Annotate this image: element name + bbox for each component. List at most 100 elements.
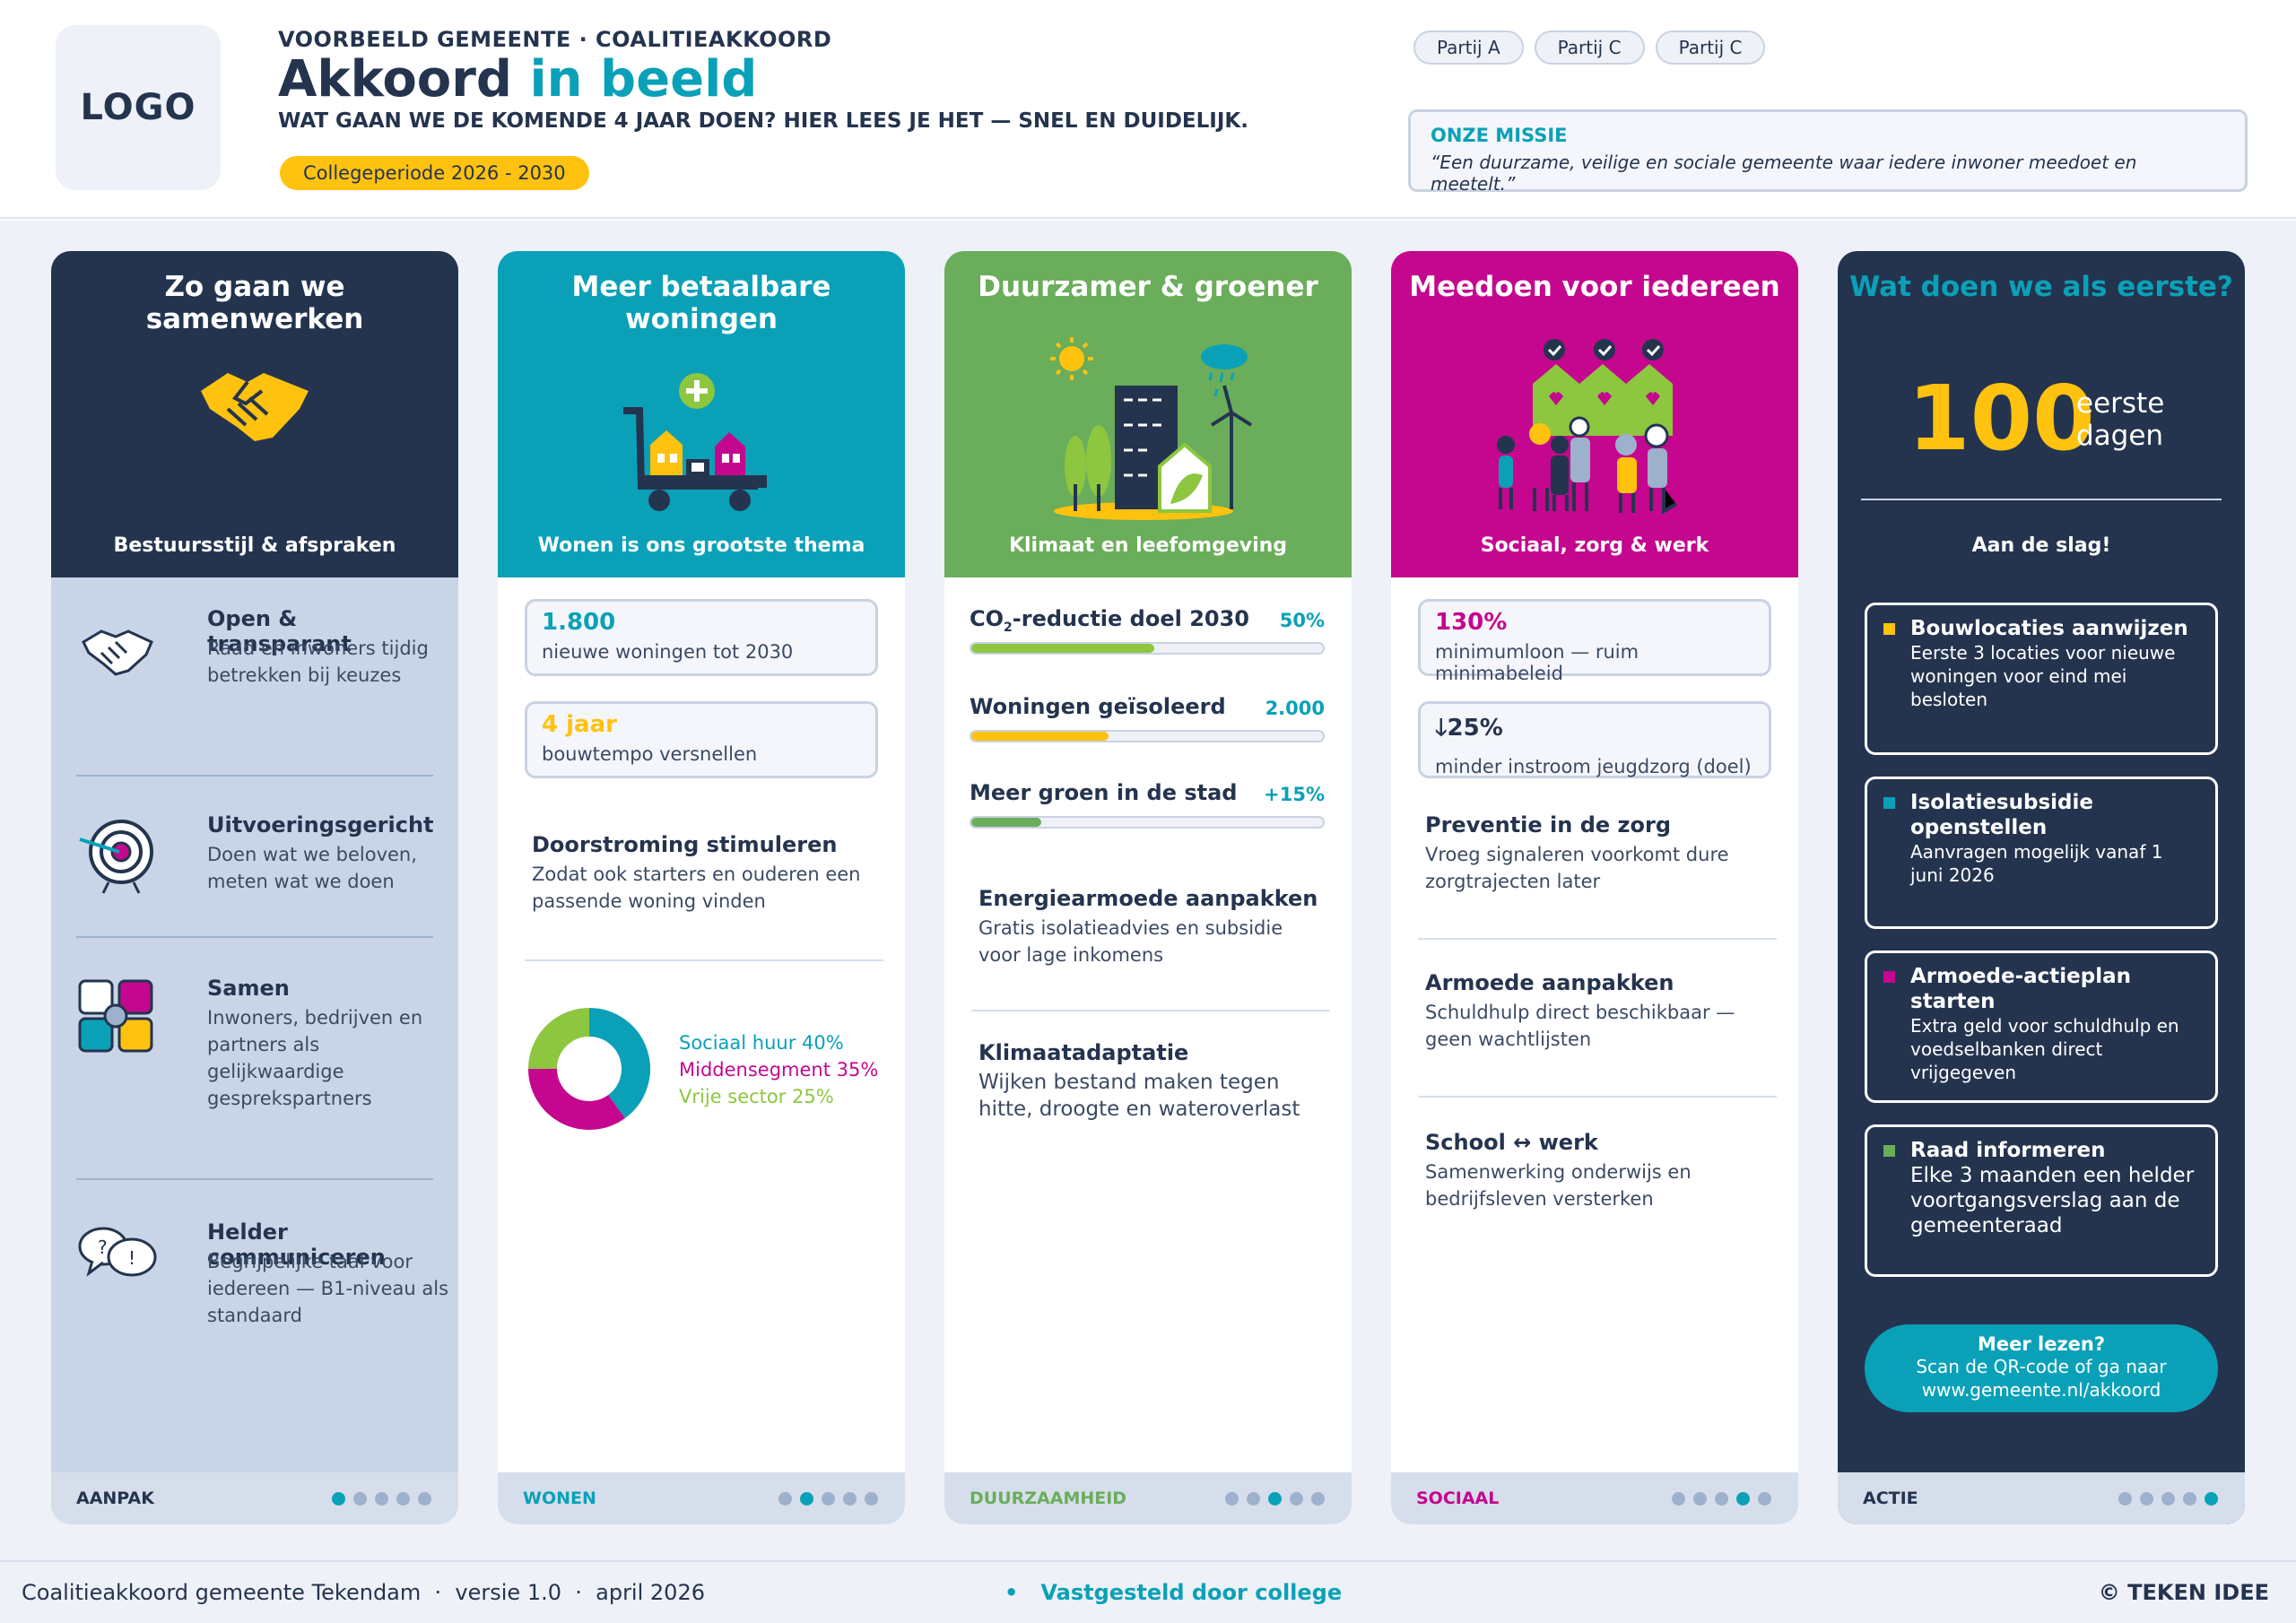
party-tags: Partij A Partij C Partij C bbox=[1413, 30, 1766, 65]
page-dot[interactable] bbox=[375, 1492, 388, 1506]
divider bbox=[76, 936, 433, 938]
page-dot[interactable] bbox=[353, 1492, 367, 1506]
work-item-title: Samen bbox=[207, 976, 290, 1001]
page-dot[interactable] bbox=[418, 1492, 431, 1506]
progress-fill bbox=[971, 732, 1109, 741]
page-dot[interactable] bbox=[1693, 1492, 1707, 1506]
bullet-square bbox=[1883, 971, 1895, 983]
stat-value: 130% bbox=[1435, 609, 1508, 636]
page-dot[interactable] bbox=[1736, 1492, 1750, 1506]
text-item-title: School ↔ werk bbox=[1425, 1130, 1598, 1155]
card-subtitle: Aan de slag! bbox=[1971, 534, 2111, 557]
card-footer-label: ACTIE bbox=[1863, 1488, 1918, 1508]
stat-label: minimumloon — ruim minimabeleid bbox=[1435, 641, 1639, 684]
text-item-title: Doorstroming stimuleren bbox=[532, 832, 838, 857]
page-dot[interactable] bbox=[843, 1492, 857, 1506]
action-item[interactable]: Raad informeren Elke 3 maanden een helde… bbox=[1865, 1124, 2218, 1277]
stat-box: 🡓25% minder instroom jeugdzorg (doel) bbox=[1418, 701, 1771, 778]
city-climate-icon bbox=[1050, 337, 1253, 520]
page-dots bbox=[332, 1492, 431, 1506]
handshake-outline-icon bbox=[82, 629, 153, 676]
text-item-title: Armoede aanpakken bbox=[1425, 970, 1674, 995]
work-item-desc: Raad en inwoners tijdig betrekken bij ke… bbox=[207, 638, 429, 686]
legend-entry: Middensegment 35% bbox=[679, 1059, 879, 1081]
page-dot[interactable] bbox=[2183, 1492, 2196, 1506]
card-subtitle: Klimaat en leefomgeving bbox=[1008, 534, 1288, 557]
page-dot[interactable] bbox=[2118, 1492, 2132, 1506]
work-item-desc: Doen wat we beloven, meten wat we doen bbox=[207, 844, 417, 892]
page-dot[interactable] bbox=[1225, 1492, 1239, 1506]
big-number-label: eerste dagen bbox=[2076, 387, 2165, 452]
page-dot[interactable] bbox=[2205, 1492, 2218, 1506]
mission-text: “Een duurzame, veilige en sociale gemeen… bbox=[1431, 152, 2137, 195]
page-dot[interactable] bbox=[332, 1492, 345, 1506]
header: LOGO VOORBEELD GEMEENTE · COALITIEAKKOOR… bbox=[0, 0, 2296, 219]
stat-label: bouwtempo versnellen bbox=[542, 743, 758, 765]
donut-slice-sociaal-huur bbox=[588, 1008, 650, 1119]
donut-slice-middensegment bbox=[528, 1068, 625, 1130]
mission-label: ONZE MISSIE bbox=[1431, 125, 1568, 146]
action-desc: Aanvragen mogelijk vanaf 1 juni 2026 bbox=[1910, 841, 2163, 886]
page-dot[interactable] bbox=[2140, 1492, 2153, 1506]
title-main: Akkoord bbox=[278, 50, 512, 108]
page-dot[interactable] bbox=[1715, 1492, 1728, 1506]
page-dot[interactable] bbox=[1311, 1492, 1325, 1506]
action-title: Isolatiesubsidie openstellen bbox=[1910, 791, 2093, 839]
progress-item: Woningen geïsoleerd 2.000 bbox=[970, 694, 1325, 742]
stat-box: 4 jaar bouwtempo versnellen bbox=[525, 701, 878, 778]
text-item: Armoede aanpakken Schuldhulp direct besc… bbox=[1425, 970, 1775, 1053]
action-item[interactable]: Isolatiesubsidie openstellen Aanvragen m… bbox=[1865, 777, 2218, 929]
page-dot[interactable] bbox=[1290, 1492, 1303, 1506]
bullet-square bbox=[1883, 1145, 1895, 1157]
donut-legend: Sociaal huur 40% Middensegment 35% Vrije… bbox=[679, 1029, 878, 1110]
page-dot[interactable] bbox=[1268, 1492, 1282, 1506]
action-title: Armoede-actieplan starten bbox=[1910, 965, 2131, 1013]
work-item-title: Uitvoeringsgericht bbox=[207, 812, 434, 838]
page-dot[interactable] bbox=[2161, 1492, 2175, 1506]
action-item[interactable]: Bouwlocaties aanwijzen Eerste 3 locaties… bbox=[1865, 603, 2218, 755]
title-accent: in beeld bbox=[529, 50, 758, 108]
stat-label: nieuwe woningen tot 2030 bbox=[542, 641, 794, 663]
text-item: Energiearmoede aanpakken Gratis isolatie… bbox=[978, 886, 1328, 968]
action-item[interactable]: Armoede-actieplan starten Extra geld voo… bbox=[1865, 950, 2218, 1103]
party-tag[interactable]: Partij C bbox=[1534, 30, 1645, 65]
page-dot[interactable] bbox=[1758, 1492, 1771, 1506]
page-dot[interactable] bbox=[778, 1492, 792, 1506]
legend-entry: Vrije sector 25% bbox=[679, 1086, 834, 1107]
page-subtitle: WAT GAAN WE DE KOMENDE 4 JAAR DOEN? HIER… bbox=[278, 109, 1248, 133]
page-dots bbox=[778, 1492, 878, 1506]
action-title: Bouwlocaties aanwijzen bbox=[1910, 617, 2188, 640]
cta-title: Meer lezen? bbox=[1977, 1333, 2106, 1355]
text-item-title: Energiearmoede aanpakken bbox=[978, 886, 1318, 911]
page-dot[interactable] bbox=[396, 1492, 410, 1506]
card-sociaal: Meedoen voor iedereen Sociaal, zorg & we… bbox=[1391, 251, 1798, 1524]
progress-track bbox=[970, 730, 1325, 742]
stat-value: 4 jaar bbox=[542, 711, 617, 738]
card-header: Duurzamer & groener Klimaat en leefomgev… bbox=[944, 251, 1352, 577]
card-actie: Wat doen we als eerste? 100 eerste dagen … bbox=[1838, 251, 2245, 1524]
party-tag[interactable]: Partij C bbox=[1655, 30, 1766, 65]
text-item-desc: Schuldhulp direct beschikbaar — geen wac… bbox=[1425, 1002, 1735, 1050]
page-dot[interactable] bbox=[800, 1492, 813, 1506]
card-duurzaamheid: Duurzamer & groener Klimaat en leefomgev… bbox=[944, 251, 1352, 1524]
party-tag[interactable]: Partij A bbox=[1413, 30, 1524, 65]
page-dot[interactable] bbox=[822, 1492, 835, 1506]
card-footer: DUURZAAMHEID bbox=[944, 1472, 1352, 1524]
card-title: Meedoen voor iedereen bbox=[1409, 271, 1780, 303]
text-item-desc: Vroeg signaleren voorkomt dure zorgtraje… bbox=[1425, 844, 1729, 892]
card-subtitle: Sociaal, zorg & werk bbox=[1480, 534, 1709, 557]
page-dot[interactable] bbox=[1672, 1492, 1685, 1506]
card-title: Zo gaan we samenwerken bbox=[145, 271, 364, 335]
text-item-desc: Gratis isolatieadvies en subsidie voor l… bbox=[978, 917, 1283, 966]
text-item-desc: Wijken bestand maken tegen hitte, droogt… bbox=[978, 1071, 1300, 1121]
action-desc: Eerste 3 locaties voor nieuwe woningen v… bbox=[1910, 642, 2176, 710]
speech-bubbles-icon: ? ! bbox=[78, 1227, 157, 1277]
cta-link[interactable]: www.gemeente.nl/akkoord bbox=[1865, 1378, 2218, 1402]
card-subtitle: Bestuursstijl & afspraken bbox=[113, 534, 396, 557]
svg-text:?: ? bbox=[98, 1237, 108, 1258]
card-wonen: Meer betaalbare woningen Wonen is ons gr… bbox=[498, 251, 905, 1524]
card-footer: ACTIE bbox=[1838, 1472, 2245, 1524]
page-dot[interactable] bbox=[1247, 1492, 1260, 1506]
read-more-button[interactable]: Meer lezen? Scan de QR-code of ga naar w… bbox=[1865, 1324, 2218, 1412]
page-dot[interactable] bbox=[865, 1492, 878, 1506]
